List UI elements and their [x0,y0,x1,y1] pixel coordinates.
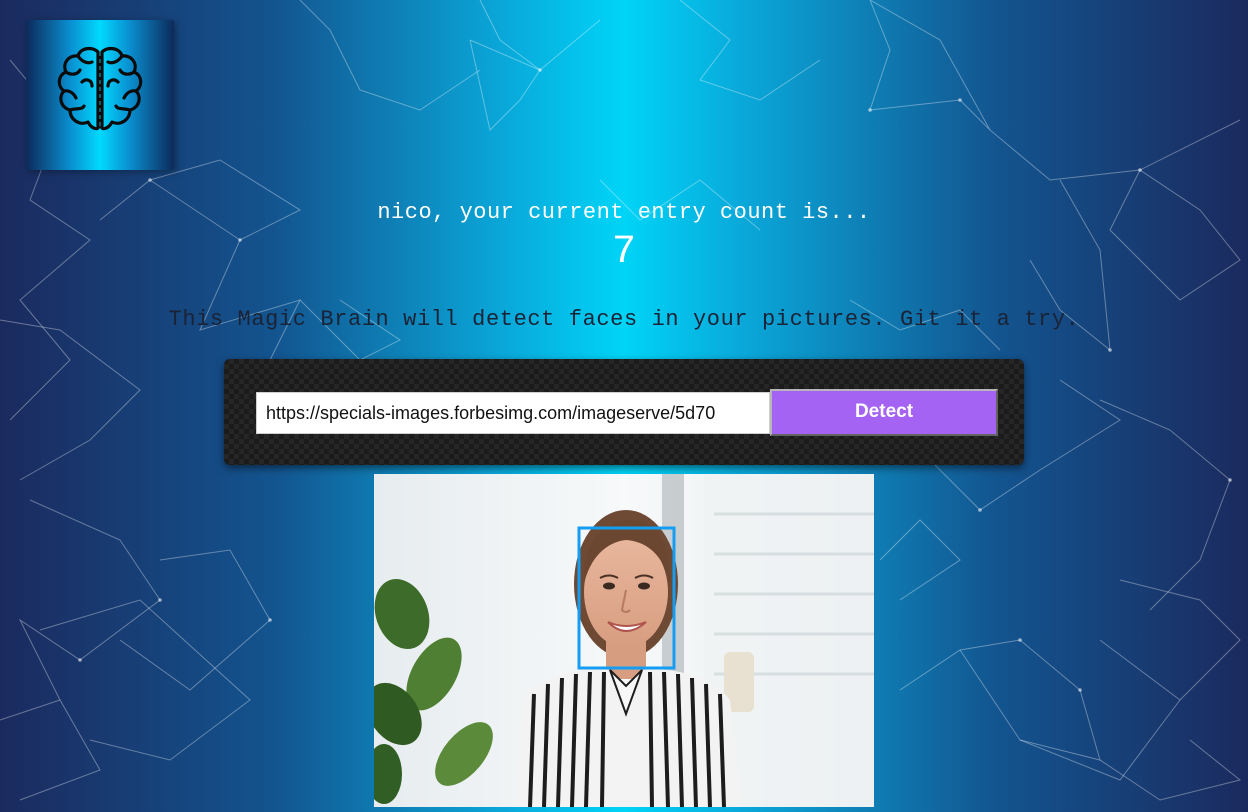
result-image [374,474,874,807]
tagline: This Magic Brain will detect faces in yo… [168,307,1080,332]
entry-count-greeting: nico, your current entry count is... [377,200,871,225]
image-link-form: Detect [224,359,1024,465]
logo-tile[interactable] [26,20,174,170]
brain-icon [57,46,143,131]
detect-button[interactable]: Detect [770,389,998,436]
entry-count-value: 7 [611,230,636,275]
portrait-photo [374,474,874,807]
image-url-input[interactable] [256,392,770,434]
